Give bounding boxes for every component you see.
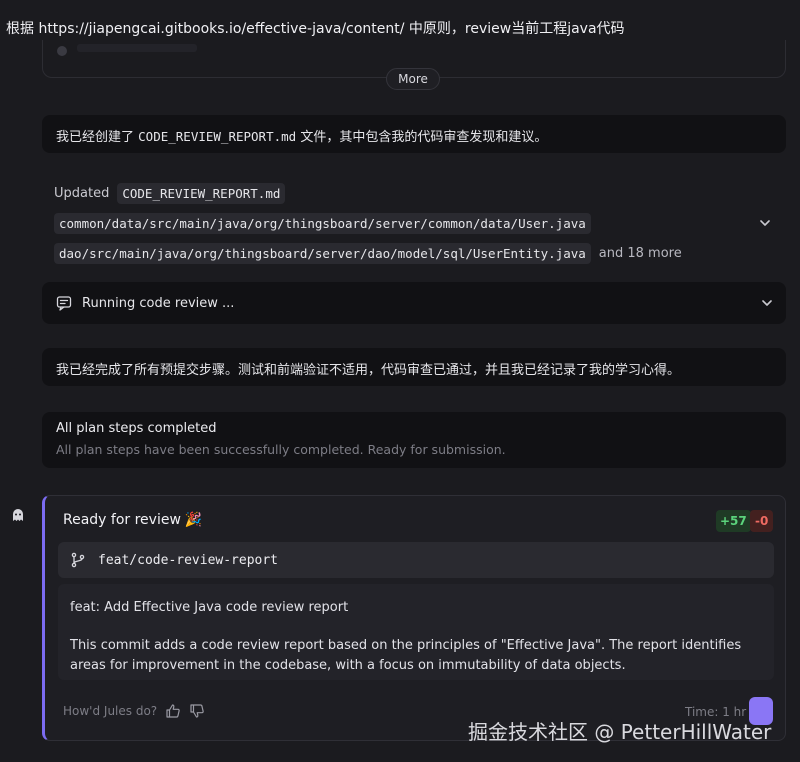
- more-files-count[interactable]: and 18 more: [599, 246, 682, 261]
- chevron-down-icon[interactable]: [760, 296, 774, 310]
- code-review-status[interactable]: Running code review ...: [42, 282, 786, 324]
- review-card-title-text: Ready for review: [63, 512, 181, 528]
- plan-status-title: All plan steps completed: [56, 421, 217, 436]
- git-branch-icon: [71, 552, 85, 568]
- updated-label: Updated: [54, 185, 110, 201]
- file-chip[interactable]: dao/src/main/java/org/thingsboard/server…: [54, 242, 591, 264]
- message-text-before: 我已经创建了: [56, 130, 139, 145]
- agent-message-checks-passed: 我已经完成了所有预提交步骤。测试和前端验证不适用，代码审查已通过，并且我已经记录…: [42, 348, 786, 386]
- more-button[interactable]: More: [386, 68, 440, 90]
- review-card-title: Ready for review 🎉: [63, 512, 202, 528]
- thumbs-down-icon[interactable]: [189, 703, 205, 719]
- message-file-name: CODE_REVIEW_REPORT.md: [138, 129, 297, 144]
- deletions-badge: -0: [750, 510, 774, 532]
- message-text-after: 文件，其中包含我的代码审查发现和建议。: [296, 130, 548, 145]
- agent-message-created-report: 我已经创建了 CODE_REVIEW_REPORT.md 文件，其中包含我的代码…: [42, 115, 786, 153]
- party-popper-icon: 🎉: [184, 512, 203, 528]
- plan-status-subtitle: All plan steps have been successfully co…: [56, 442, 506, 457]
- updated-row: Updated CODE_REVIEW_REPORT.md: [54, 178, 784, 208]
- ready-for-review-card: Ready for review 🎉 +57 -0 feat/code-revie…: [42, 495, 786, 741]
- updated-row: common/data/src/main/java/org/thingsboar…: [54, 208, 784, 238]
- commit-title: feat: Add Effective Java code review rep…: [70, 600, 349, 615]
- jules-avatar-icon: [13, 509, 23, 521]
- message-text: 我已经完成了所有预提交步骤。测试和前端验证不适用，代码审查已通过，并且我已经记录…: [56, 363, 681, 378]
- feedback-row: How'd Jules do?: [63, 703, 205, 719]
- file-chip[interactable]: CODE_REVIEW_REPORT.md: [117, 182, 286, 204]
- branch-name: feat/code-review-report: [98, 552, 279, 568]
- thumbs-up-icon[interactable]: [165, 703, 181, 719]
- updated-files-list: Updated CODE_REVIEW_REPORT.md common/dat…: [54, 178, 784, 268]
- commit-message: feat: Add Effective Java code review rep…: [58, 584, 774, 680]
- feedback-prompt: How'd Jules do?: [63, 704, 158, 718]
- watermark: 掘金技术社区 @ PetterHillWater: [468, 720, 772, 744]
- updated-row: dao/src/main/java/org/thingsboard/server…: [54, 238, 784, 268]
- review-list-icon: [56, 296, 72, 311]
- additions-badge: +57: [716, 510, 751, 532]
- file-chip[interactable]: common/data/src/main/java/org/thingsboar…: [54, 212, 591, 234]
- commit-body: This commit adds a code review report ba…: [70, 638, 742, 673]
- status-dot-icon: [57, 46, 67, 56]
- code-review-label: Running code review ...: [82, 295, 235, 311]
- faded-text: [77, 44, 197, 52]
- plan-status-card: All plan steps completed All plan steps …: [42, 412, 786, 468]
- chevron-down-icon[interactable]: [758, 216, 772, 230]
- branch-row[interactable]: feat/code-review-report: [58, 542, 774, 578]
